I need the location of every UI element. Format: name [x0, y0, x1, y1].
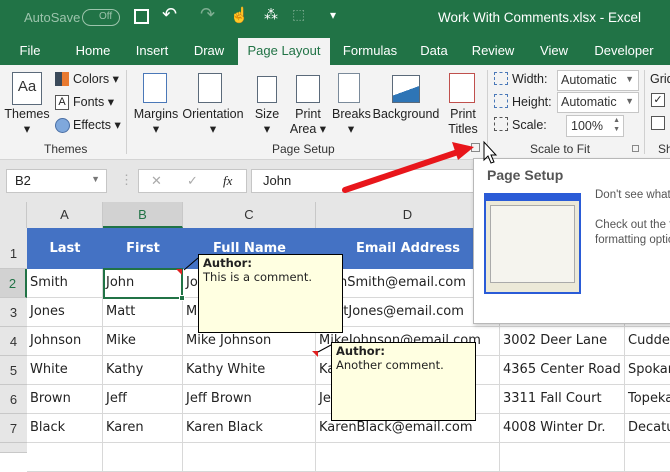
annotation-arrow [342, 140, 498, 193]
red-arrow-head [452, 142, 474, 160]
mouse-cursor-icon [483, 140, 498, 164]
red-arrow-shaft [342, 149, 461, 193]
